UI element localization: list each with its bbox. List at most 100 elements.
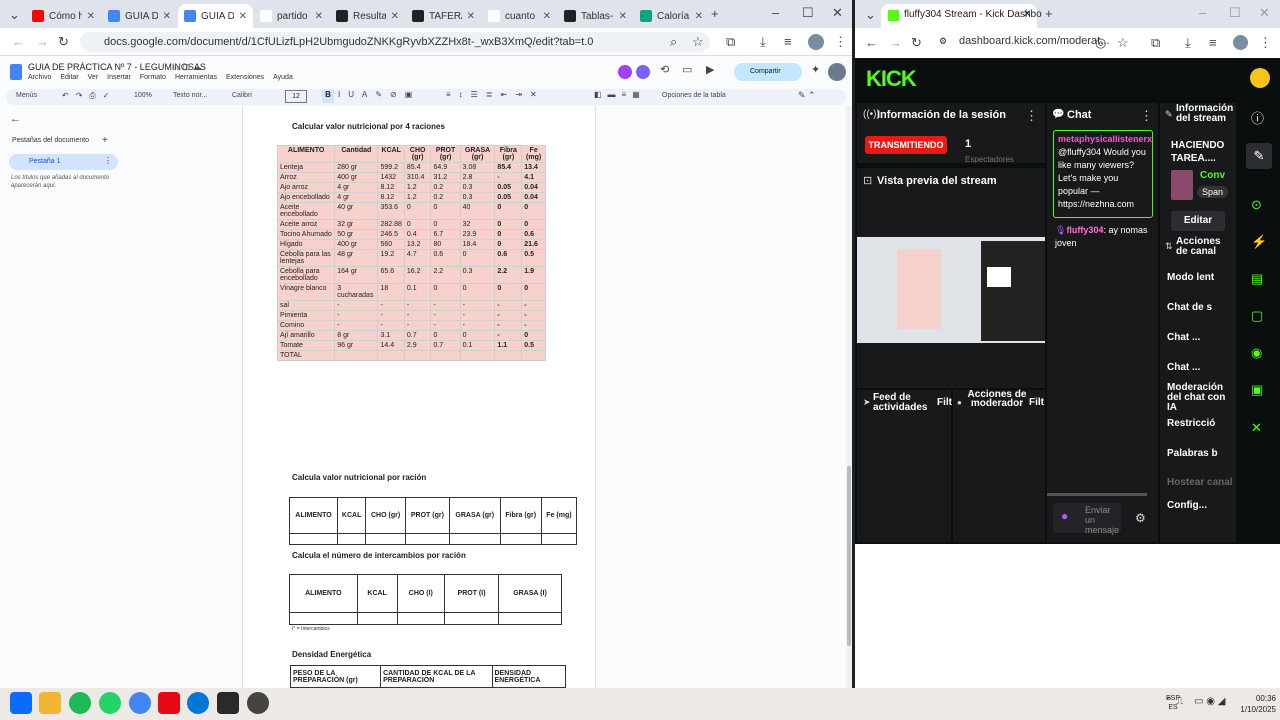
close-tab-icon[interactable]: ✕ — [315, 11, 323, 22]
table-cell[interactable]: - — [494, 172, 523, 183]
table-header-cell[interactable]: ALIMENTO — [289, 573, 358, 614]
new-tab-button[interactable]: + — [711, 7, 719, 20]
table-cell[interactable] — [289, 612, 358, 625]
reload-icon[interactable]: ↻ — [911, 36, 922, 49]
table-cell[interactable]: 1432 — [377, 172, 405, 183]
table-cell[interactable]: - — [459, 310, 496, 321]
table-cell[interactable]: Lenteja — [276, 162, 336, 173]
minimize-button[interactable]: – — [772, 6, 779, 19]
table-cell[interactable]: 0.6 — [521, 229, 546, 240]
table-header-cell[interactable]: GRASA (gr) — [448, 496, 501, 535]
table-cell[interactable]: 23.9 — [459, 229, 496, 240]
stream-preview-video[interactable] — [857, 237, 1045, 343]
media-icon[interactable]: ≡ — [784, 35, 792, 48]
account-avatar[interactable] — [828, 63, 846, 81]
table-cell[interactable]: 0 — [521, 283, 546, 301]
bookmark-star-icon[interactable]: ☆ — [692, 35, 704, 48]
table-cell[interactable]: 65.6 — [377, 266, 405, 284]
table-cell[interactable]: 19.2 — [377, 249, 405, 267]
channel-action-item[interactable]: Config... — [1167, 501, 1233, 511]
table-cell[interactable]: 0.04 — [521, 192, 546, 203]
table-cell[interactable]: Comino — [276, 320, 336, 331]
edge-icon[interactable] — [187, 692, 209, 714]
close-tab-icon[interactable]: ✕ — [87, 11, 95, 22]
table-cell[interactable]: 1.1 — [494, 340, 523, 351]
table-cell[interactable]: 3.1 — [377, 330, 405, 341]
table-cell[interactable]: 0.05 — [494, 192, 523, 203]
user-avatar[interactable] — [1250, 68, 1270, 88]
table-cell[interactable]: Ajo encebollado — [276, 192, 336, 203]
channel-action-item[interactable]: Chat de s — [1167, 303, 1233, 313]
table-cell[interactable]: - — [430, 320, 461, 331]
table-cell[interactable]: 85.4 — [403, 162, 432, 173]
profile-avatar[interactable] — [1233, 35, 1248, 50]
table-cell[interactable]: 3 cucharadas — [334, 283, 379, 301]
browser-tab[interactable]: Caloría ✕ — [634, 4, 709, 28]
table-cell[interactable]: 560 — [377, 239, 405, 250]
table-cell[interactable] — [289, 533, 338, 545]
table-options-button[interactable]: Opciones de la tabla — [662, 92, 726, 99]
font-size-field[interactable]: 12 — [285, 90, 307, 103]
menu-icon[interactable]: ⋮ — [834, 35, 847, 48]
channel-action-item[interactable]: Modo lent — [1167, 273, 1233, 283]
table-cell[interactable]: 14.4 — [377, 340, 405, 351]
table-header-cell[interactable]: Cantidad — [334, 145, 379, 163]
table-cell[interactable]: 0 — [494, 229, 523, 240]
energy-density-table[interactable]: PESO DE LA PREPARACIÓN (gr) CANTIDAD DE K… — [289, 665, 566, 688]
mod-filter[interactable]: Filt — [1029, 397, 1044, 408]
table-cell[interactable]: 0 — [430, 330, 461, 341]
wrench-icon[interactable]: ✕ — [1251, 421, 1262, 434]
epic-games-icon[interactable] — [217, 692, 239, 714]
menu-editar[interactable]: Editar — [60, 74, 78, 81]
table-cell[interactable]: 164 gr — [334, 266, 379, 284]
url-field[interactable]: dashboard.kick.com/moderat... — [959, 35, 1109, 47]
table-cell[interactable]: 18.4 — [459, 239, 496, 250]
browser-tab[interactable]: partido ✕ — [254, 4, 329, 28]
table-cell[interactable]: 4 gr — [334, 182, 379, 193]
table-cell[interactable]: 0.1 — [403, 283, 432, 301]
clock[interactable]: 00:36 1/10/2025 — [1226, 693, 1276, 715]
forward-icon[interactable]: → — [889, 36, 902, 49]
table-cell[interactable] — [448, 533, 501, 545]
table-cell[interactable]: 353.6 — [377, 202, 405, 220]
table-cell[interactable] — [497, 612, 563, 625]
table-cell[interactable]: 2.9 — [403, 340, 432, 351]
tab-search-icon[interactable]: ⌄ — [9, 8, 20, 21]
table-header-cell[interactable]: Fe (mg) — [540, 496, 578, 535]
menu-archivo[interactable]: Archivo — [28, 74, 51, 81]
chat-scrollbar[interactable] — [1047, 493, 1147, 496]
menu-ver[interactable]: Ver — [88, 74, 99, 81]
table-header-cell[interactable]: CANTIDAD DE KCAL DE LA PREPARACIÓN — [380, 665, 493, 688]
chat-menu-icon[interactable]: ⋮ — [1140, 109, 1153, 122]
browser-tab[interactable]: GUIA D ✕ — [102, 4, 177, 28]
table-cell[interactable]: 280 gr — [334, 162, 379, 173]
start-icon[interactable] — [10, 692, 32, 714]
table-cell[interactable]: 0.6 — [430, 249, 461, 267]
table-cell[interactable]: 0 — [494, 219, 523, 230]
chat-bubble-icon[interactable]: ▢ — [1251, 309, 1263, 322]
table-cell[interactable]: - — [521, 310, 546, 321]
table-cell[interactable]: 3.08 — [459, 162, 496, 173]
table-cell[interactable]: - — [403, 320, 432, 331]
table-cell[interactable]: Cebolla para encebollado — [276, 266, 336, 284]
session-menu-icon[interactable]: ⋮ — [1025, 109, 1038, 122]
table-cell[interactable]: 64.9 — [430, 162, 461, 173]
table-cell[interactable]: 1.2 — [403, 192, 432, 203]
table-cell[interactable]: 0.3 — [459, 182, 496, 193]
table-format-icons[interactable]: ◧▬≡▦ — [594, 90, 646, 99]
table-header-cell[interactable]: GRASA (gr) — [459, 145, 496, 163]
table-cell[interactable]: 0 — [521, 202, 546, 220]
bold-button[interactable]: B — [322, 90, 334, 103]
info-icon[interactable]: ⓘ — [1251, 112, 1264, 125]
chat-username[interactable]: metaphysicallistenerxz — [1058, 134, 1152, 144]
edit-button[interactable]: Editar — [1171, 211, 1225, 231]
table-header-cell[interactable]: ALIMENTO — [276, 145, 336, 163]
table-cell[interactable] — [336, 533, 367, 545]
docs-logo-icon[interactable] — [10, 64, 22, 80]
download-icon[interactable]: ⤓ — [760, 35, 766, 48]
align-list-icons[interactable]: ≡↕☰≣⇤⇥✕ — [446, 90, 545, 99]
table-header-cell[interactable]: Fibra (gr) — [499, 496, 542, 535]
table-cell[interactable]: 0 — [494, 239, 523, 250]
edit-pen-icon[interactable]: ✎ — [1246, 143, 1272, 169]
table-cell[interactable]: 40 — [459, 202, 496, 220]
